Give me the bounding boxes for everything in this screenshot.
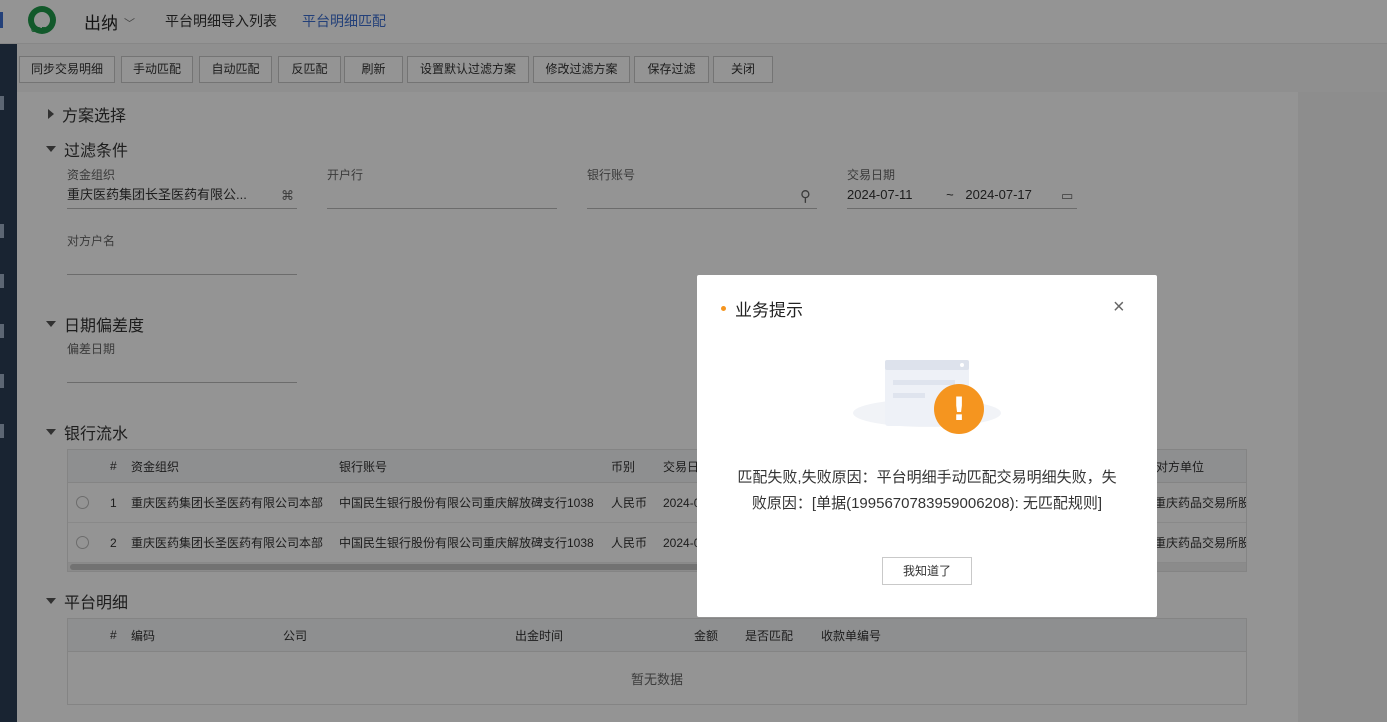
dialog-message-line: 败原因：[单据(1995670783959006208): 无匹配规则]: [751, 495, 1103, 512]
illustration-card-header: [885, 360, 969, 370]
title-dot-icon: [721, 306, 726, 311]
close-icon[interactable]: ×: [1113, 295, 1125, 319]
modal-overlay[interactable]: [0, 0, 1387, 722]
confirm-button[interactable]: 我知道了: [882, 557, 972, 585]
business-tip-dialog: 业务提示 × ! 匹配失败,失败原因：平台明细手动匹配交易明细失败，失 败原因：…: [697, 275, 1157, 617]
illustration-line: [893, 393, 925, 398]
dialog-title: 业务提示: [735, 301, 803, 320]
warning-mark: !: [952, 390, 967, 428]
dialog-message: 匹配失败,失败原因：平台明细手动匹配交易明细失败，失 败原因：[单据(19956…: [721, 465, 1133, 517]
illustration-dot: [960, 363, 964, 367]
warning-illustration: !: [853, 360, 1001, 434]
dialog-message-line: 匹配失败,失败原因：平台明细手动匹配交易明细失败，失: [737, 469, 1117, 486]
illustration-line: [893, 380, 955, 385]
